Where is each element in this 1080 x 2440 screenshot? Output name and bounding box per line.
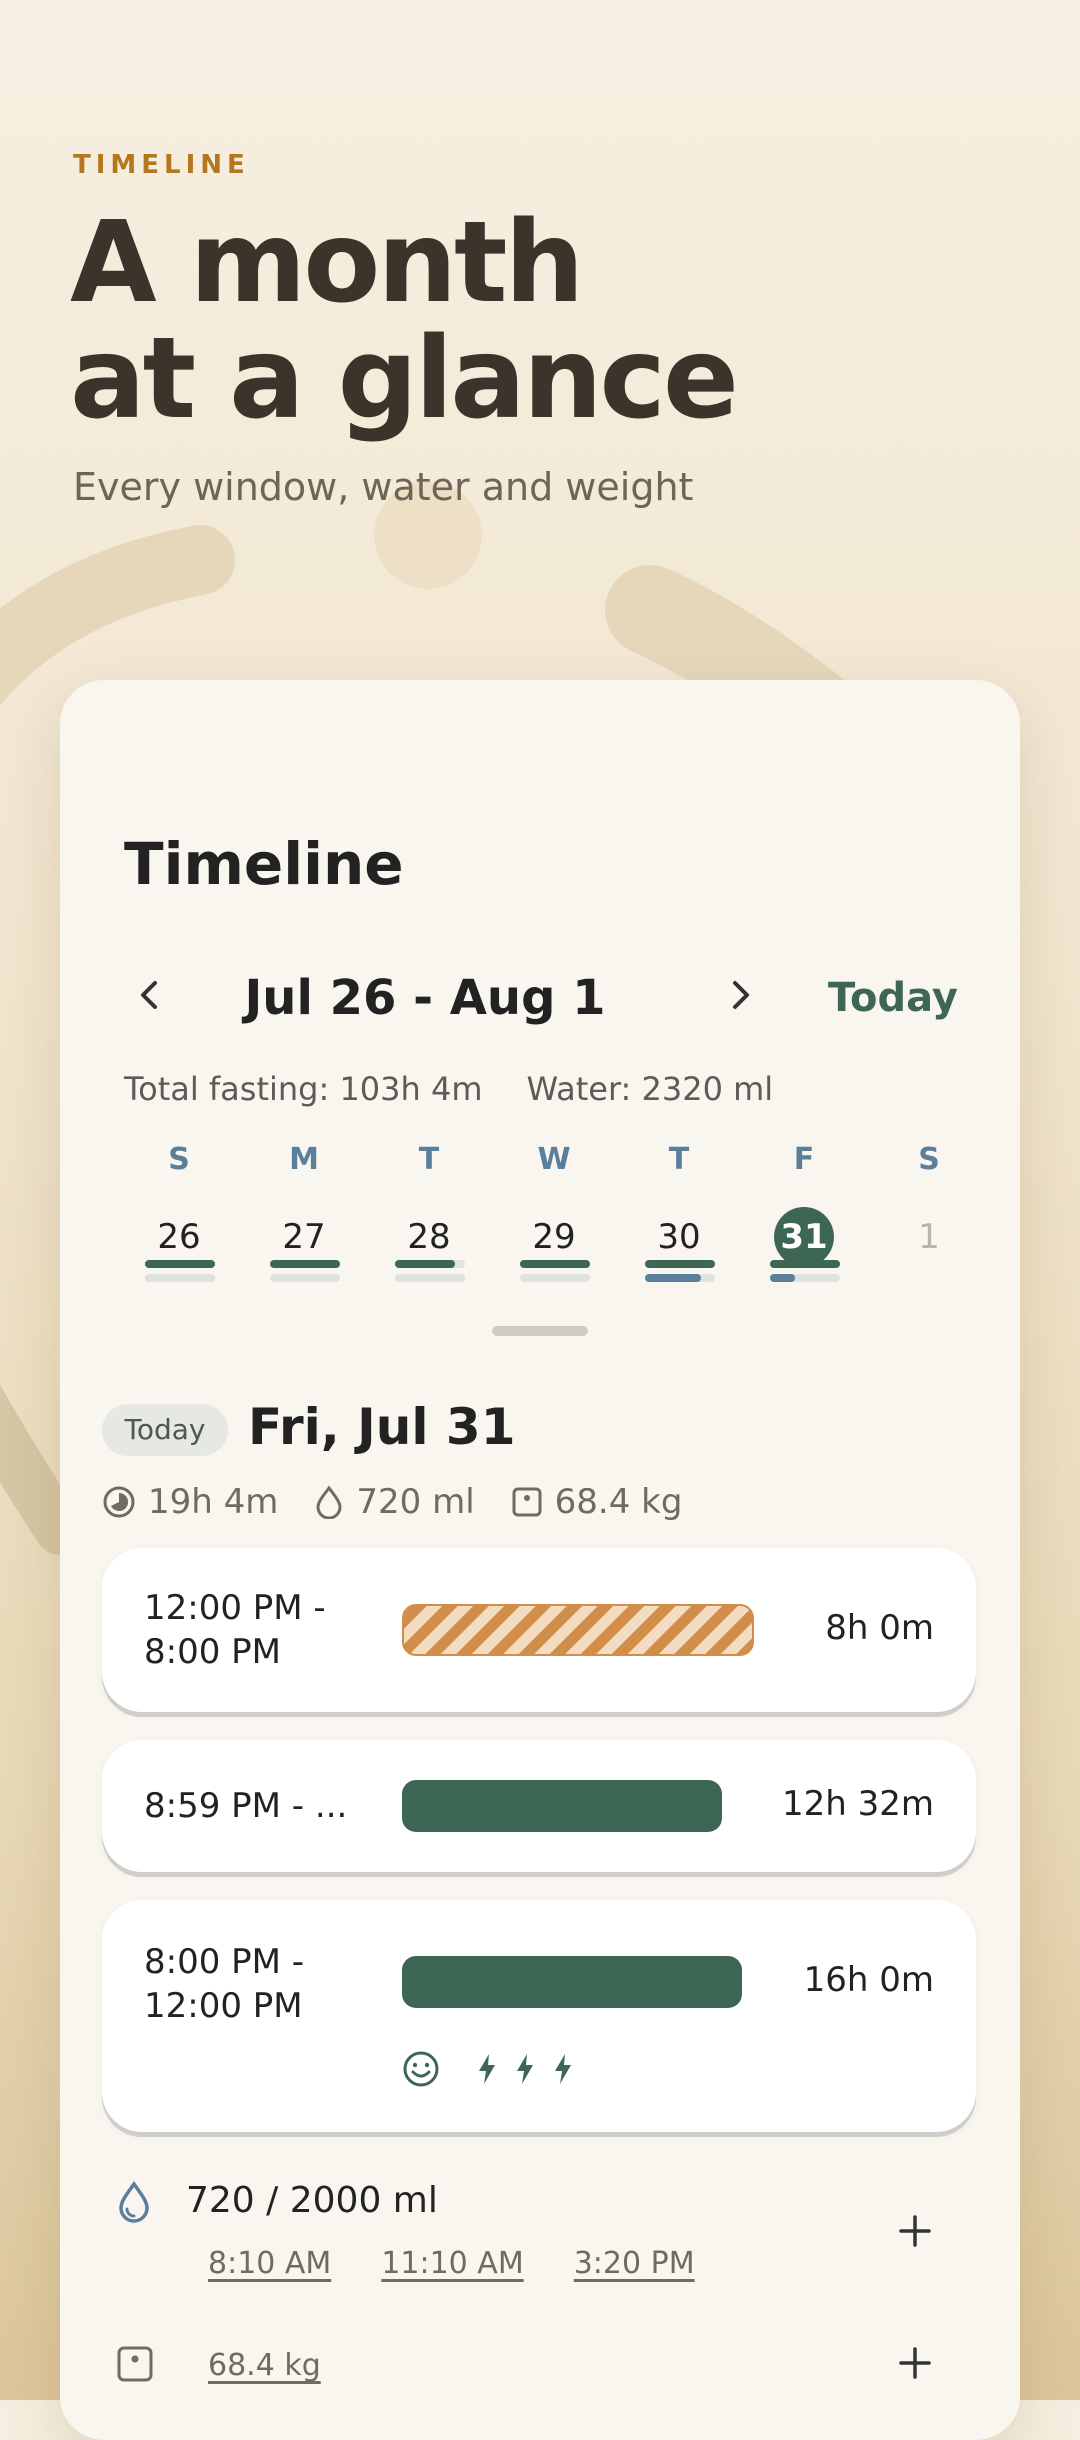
water-progress-bar [395,1274,465,1282]
scale-icon [117,2346,153,2382]
window-time: 12:00 PM -8:00 PM [144,1588,326,1672]
water-entry[interactable]: 8:10 AM [208,2246,331,2281]
fasting-value: 19h 4m [148,1482,279,1522]
water-progress-bar [270,1274,340,1282]
weight-stat: 68.4 kg [511,1482,683,1522]
water-progress-bar [770,1274,840,1282]
window-card[interactable]: 12:00 PM -8:00 PM 8h 0m [102,1548,976,1712]
fasting-progress-bar [395,1260,465,1268]
chevron-left-icon[interactable] [130,975,170,1015]
water-stat: 720 ml [314,1482,475,1522]
weekday-letter: F [793,1142,815,1177]
day-column[interactable]: S 26 [119,1142,239,1282]
water-entry[interactable]: 3:20 PM [574,2246,695,2281]
week-summary: Total fasting: 103h 4m Water: 2320 ml [124,1070,773,1108]
selected-day-title: Fri, Jul 31 [248,1398,516,1456]
lightning-icon [517,2054,533,2084]
water-value: 720 ml [356,1482,475,1522]
weekday-letter: S [168,1142,190,1177]
day-column[interactable]: T 28 [369,1142,489,1282]
day-number: 26 [157,1217,201,1257]
water-entries: 8:10 AM 11:10 AM 3:20 PM [208,2246,745,2281]
day-stats: 19h 4m 720 ml 68.4 kg [102,1480,718,1524]
week-range: Jul 26 - Aug 1 [244,970,606,1026]
week-days: S 26 M 27 T 28 W 29 T 30 F 31 S 1 [124,1142,1004,1282]
day-number: 28 [407,1217,451,1257]
hero-title: A month at a glance [70,205,739,437]
day-number: 31 [774,1207,834,1267]
window-time: 8:59 PM - ... [144,1786,348,1826]
water-log-total: 720 / 2000 ml [186,2180,438,2221]
day-number: 1 [918,1217,940,1257]
lightning-icon [479,2054,495,2084]
water-drop-icon [119,2180,149,2223]
hero-title-text: A month at a glance [70,198,739,444]
scale-icon [512,1487,542,1517]
fasting-clock-icon [103,1486,135,1518]
drag-handle[interactable] [492,1326,588,1336]
weight-value: 68.4 kg [554,1482,683,1522]
add-water-button[interactable] [895,2211,935,2251]
day-number: 29 [532,1217,576,1257]
window-duration: 12h 32m [781,1784,934,1824]
fasting-stat: 19h 4m [102,1482,278,1522]
water-progress-bar [145,1274,215,1282]
smile-icon [403,2051,439,2087]
day-column[interactable]: T 30 [619,1142,739,1282]
day-column[interactable]: W 29 [494,1142,614,1282]
water-entry[interactable]: 11:10 AM [381,2246,523,2281]
fasting-progress-bar [645,1260,715,1268]
fasting-progress-bar [145,1260,215,1268]
total-fasting: Total fasting: 103h 4m [124,1070,483,1108]
weekday-letter: M [289,1142,319,1177]
day-column[interactable]: F 31 [744,1142,864,1282]
lightning-icon [555,2054,571,2084]
water-progress-bar [520,1274,590,1282]
mood-energy-row [402,2050,590,2088]
fasting-progress-bar [520,1260,590,1268]
today-button[interactable]: Today [828,975,958,1021]
fasting-window-bar [402,1780,722,1832]
fasting-progress-bar [770,1260,840,1268]
day-column[interactable]: M 27 [244,1142,364,1282]
eyebrow-label: TIMELINE [73,150,250,180]
eating-window-bar [402,1604,754,1656]
add-weight-button[interactable] [895,2343,935,2383]
chevron-right-icon[interactable] [720,975,760,1015]
day-number: 27 [282,1217,326,1257]
weekday-letter: T [418,1142,440,1177]
hero-subtitle: Every window, water and weight [73,465,694,509]
window-duration: 16h 0m [803,1960,934,2000]
window-card[interactable]: 8:00 PM -12:00 PM 16h 0m [102,1900,976,2132]
day-number: 30 [657,1217,701,1257]
energy-rating [476,2052,590,2086]
today-badge: Today [102,1404,228,1456]
window-time: 8:00 PM -12:00 PM [144,1942,305,2026]
weekday-letter: T [668,1142,690,1177]
day-column[interactable]: S1 [869,1142,989,1267]
window-duration: 8h 0m [825,1608,934,1648]
fasting-window-bar [402,1956,742,2008]
card-title: Timeline [124,830,404,898]
water-drop-icon [316,1485,342,1519]
fasting-progress-bar [270,1260,340,1268]
weekday-letter: W [537,1142,571,1177]
window-card[interactable]: 8:59 PM - ... 12h 32m [102,1740,976,1872]
total-water: Water: 2320 ml [526,1070,774,1108]
water-progress-bar [645,1274,715,1282]
weight-entry[interactable]: 68.4 kg [208,2348,321,2383]
weekday-letter: S [918,1142,940,1177]
timeline-card: Timeline Jul 26 - Aug 1 Today Total fast… [60,680,1020,2440]
